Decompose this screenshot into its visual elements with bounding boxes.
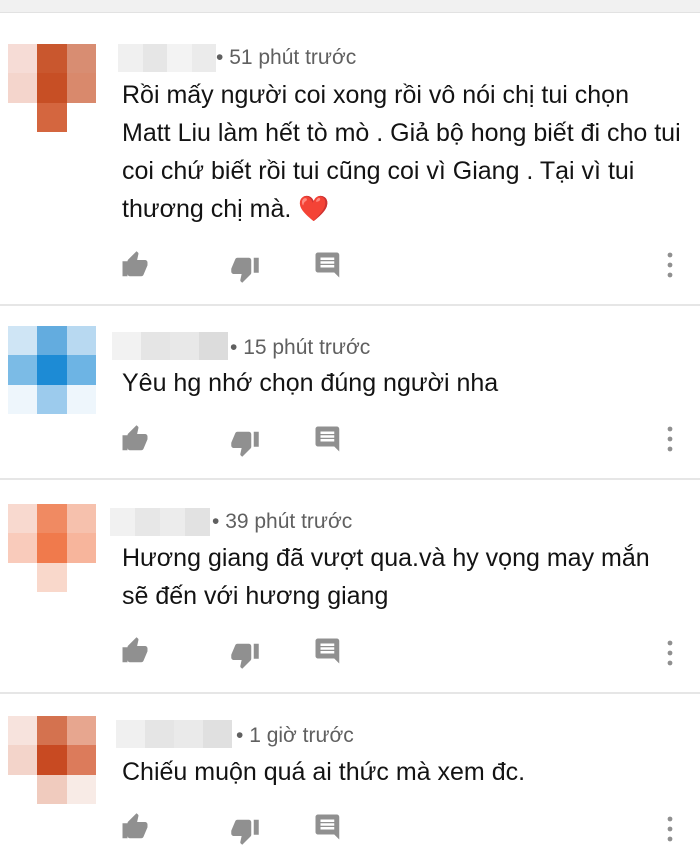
name-blur-block <box>145 720 174 748</box>
avatar-pixel <box>66 504 96 534</box>
avatar-pixel <box>37 355 67 385</box>
avatar-pixel <box>66 533 96 563</box>
thumbs-down-icon[interactable] <box>230 254 260 284</box>
avatar-pixel <box>37 533 67 563</box>
comment-actions <box>120 812 680 845</box>
avatar-pixel <box>37 73 67 103</box>
thumbs-up-icon[interactable] <box>120 424 150 454</box>
avatar-pixel <box>66 326 96 356</box>
reply-icon[interactable] <box>313 424 343 454</box>
avatar[interactable] <box>8 716 96 804</box>
avatar-pixel <box>37 745 67 775</box>
avatar-pixel <box>8 355 38 385</box>
more-vert-icon[interactable] <box>665 814 675 844</box>
thumbs-down-icon[interactable] <box>230 640 260 670</box>
divider <box>0 692 700 694</box>
reply-icon[interactable] <box>313 812 343 842</box>
avatar-pixel <box>8 533 38 563</box>
avatar-pixel <box>66 44 96 74</box>
avatar-pixel <box>66 774 96 804</box>
avatar-pixel <box>37 774 67 804</box>
comment-text: Yêu hg nhớ chọn đúng người nha <box>122 369 499 397</box>
avatar-pixel <box>8 44 38 74</box>
avatar[interactable] <box>8 326 96 414</box>
name-blur-block <box>203 720 232 748</box>
avatar-pixel <box>66 716 96 746</box>
name-blur-block <box>135 508 160 536</box>
avatar-pixel <box>8 562 38 592</box>
avatar[interactable] <box>8 44 96 132</box>
author-name-blurred[interactable] <box>110 508 210 536</box>
thumbs-down-icon[interactable] <box>230 816 260 846</box>
avatar-pixel <box>66 102 96 132</box>
avatar-pixel <box>66 745 96 775</box>
comment-actions <box>120 424 680 457</box>
name-blur-block <box>170 332 199 360</box>
comment-time: • 1 giờ trước <box>236 724 354 747</box>
comment-actions <box>120 636 680 669</box>
name-blur-block <box>110 508 135 536</box>
author-name-blurred[interactable] <box>116 720 232 748</box>
thumbs-down-icon[interactable] <box>230 428 260 458</box>
avatar-pixel <box>8 384 38 414</box>
name-blur-block <box>118 44 143 72</box>
avatar-pixel <box>8 326 38 356</box>
avatar-pixel <box>8 774 38 804</box>
avatar-pixel <box>8 716 38 746</box>
name-blur-block <box>112 332 141 360</box>
comment-text: Chiếu muộn quá ai thức mà xem đc. <box>122 758 526 786</box>
comment-time: • 15 phút trước <box>230 336 371 359</box>
name-blur-block <box>116 720 145 748</box>
divider <box>0 304 700 306</box>
avatar-pixel <box>37 102 67 132</box>
more-vert-icon[interactable] <box>665 250 675 280</box>
name-blur-block <box>160 508 185 536</box>
reply-icon[interactable] <box>313 250 343 280</box>
author-name-blurred[interactable] <box>118 44 216 72</box>
thumbs-up-icon[interactable] <box>120 636 150 666</box>
comment-time: • 39 phút trước <box>212 510 353 533</box>
comment-time: • 51 phút trước <box>216 46 357 69</box>
avatar-pixel <box>37 716 67 746</box>
avatar-pixel <box>8 102 38 132</box>
author-name-blurred[interactable] <box>112 332 228 360</box>
comment-text: Rồi mấy người coi xong rồi vô nói chị tu… <box>122 81 681 223</box>
reply-icon[interactable] <box>313 636 343 666</box>
avatar-pixel <box>8 745 38 775</box>
thumbs-up-icon[interactable] <box>120 812 150 842</box>
avatar[interactable] <box>8 504 96 592</box>
avatar-pixel <box>8 504 38 534</box>
comment-time-text: 51 phút trước <box>229 46 357 69</box>
avatar-pixel <box>66 355 96 385</box>
comment-time-text: 39 phút trước <box>225 510 353 533</box>
avatar-pixel <box>66 384 96 414</box>
avatar-pixel <box>37 562 67 592</box>
more-vert-icon[interactable] <box>665 424 675 454</box>
avatar-pixel <box>37 504 67 534</box>
more-vert-icon[interactable] <box>665 638 675 668</box>
name-blur-block <box>191 44 216 72</box>
thumbs-up-icon[interactable] <box>120 250 150 280</box>
name-blur-block <box>142 44 167 72</box>
comment-text: Hương giang đã vượt qua.và hy vọng may m… <box>122 544 650 610</box>
comment-actions <box>120 250 680 283</box>
avatar-pixel <box>66 73 96 103</box>
name-blur-block <box>141 332 170 360</box>
name-blur-block <box>174 720 203 748</box>
avatar-pixel <box>8 73 38 103</box>
avatar-pixel <box>37 44 67 74</box>
name-blur-block <box>185 508 210 536</box>
avatar-pixel <box>66 562 96 592</box>
comment-time-text: 15 phút trước <box>243 336 371 359</box>
name-blur-block <box>167 44 192 72</box>
avatar-pixel <box>37 326 67 356</box>
divider <box>0 478 700 480</box>
top-bar <box>0 0 700 13</box>
name-blur-block <box>199 332 228 360</box>
comment-time-text: 1 giờ trước <box>249 724 354 747</box>
avatar-pixel <box>37 384 67 414</box>
